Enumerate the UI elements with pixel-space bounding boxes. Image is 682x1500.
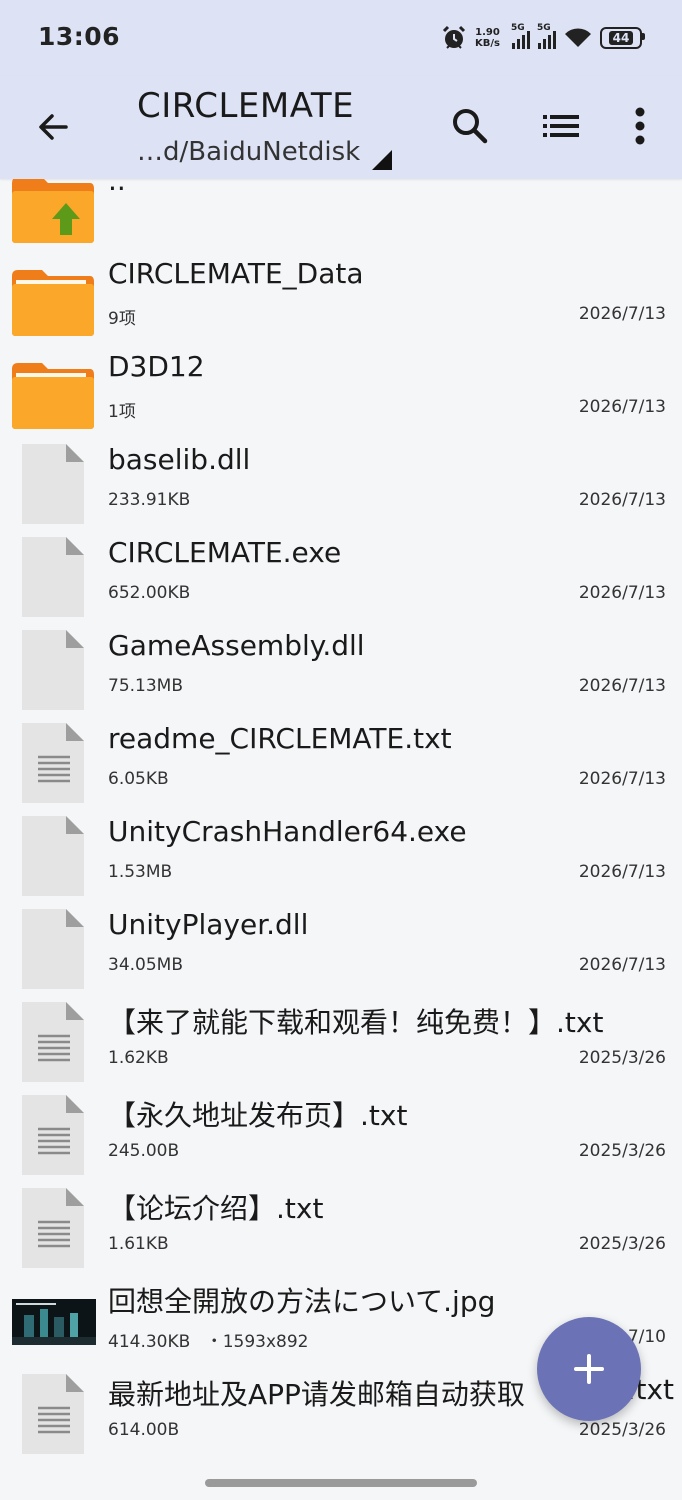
file-name: 回想全開放の方法について.jpg xyxy=(108,1285,496,1318)
folder-title: CIRCLEMATE xyxy=(137,86,355,126)
file-list: .. CIRCLEMATE_Data 9项 2026/7/13 D3D12 1项… xyxy=(0,179,682,1500)
file-date: 2026/7/13 xyxy=(578,769,666,789)
file-date: 2025/3/26 xyxy=(578,1234,666,1254)
status-time: 13:06 xyxy=(38,22,121,51)
file-size: 6.05KB xyxy=(108,769,169,789)
file-name: CIRCLEMATE_Data xyxy=(108,257,364,290)
file-meta: 414.30KB ・1593x892 xyxy=(108,1327,308,1352)
plus-icon xyxy=(574,1354,604,1384)
signal-2-icon: 5G xyxy=(537,23,556,49)
gesture-bar[interactable] xyxy=(205,1479,477,1487)
file-size: 245.00B xyxy=(108,1141,180,1161)
file-size: 414.30KB xyxy=(108,1332,191,1352)
battery-level: 44 xyxy=(608,31,634,45)
list-item-file[interactable]: UnityPlayer.dll 34.05MB 2026/7/13 xyxy=(0,901,682,994)
file-date: 2026/7/13 xyxy=(578,676,666,696)
generic-file-icon xyxy=(22,537,84,617)
parent-folder-icon xyxy=(12,179,94,243)
text-file-icon xyxy=(22,1374,84,1454)
net-speed-unit: KB/s xyxy=(475,38,500,49)
file-name: UnityPlayer.dll xyxy=(108,908,309,941)
signal-2-label: 5G xyxy=(537,23,551,33)
list-item-file[interactable]: UnityCrashHandler64.exe 1.53MB 2026/7/13 xyxy=(0,808,682,901)
alarm-icon xyxy=(442,25,466,49)
generic-file-icon xyxy=(22,816,84,896)
file-date: 2026/7/13 xyxy=(578,862,666,882)
dropdown-triangle-icon xyxy=(372,150,393,170)
file-date: 2025/3/26 xyxy=(578,1420,666,1440)
file-date: 2026/7/13 xyxy=(578,490,666,510)
file-name: .. xyxy=(108,179,126,197)
list-item-file[interactable]: readme_CIRCLEMATE.txt 6.05KB 2026/7/13 xyxy=(0,715,682,808)
signal-1-icon: 5G xyxy=(511,23,530,49)
file-date: 2026/7/13 xyxy=(578,583,666,603)
file-size: 652.00KB xyxy=(108,583,191,603)
list-item-folder[interactable]: D3D12 1项 2026/7/13 xyxy=(0,343,682,436)
file-date: 2026/7/13 xyxy=(578,955,666,975)
file-size: 614.00B xyxy=(108,1420,180,1440)
file-size: 34.05MB xyxy=(108,955,183,975)
generic-file-icon xyxy=(22,630,84,710)
image-dimensions: ・1593x892 xyxy=(205,1332,309,1352)
file-date: 2025/3/26 xyxy=(578,1141,666,1161)
file-name: GameAssembly.dll xyxy=(108,629,365,662)
file-name: 最新地址及APP请发邮箱自动获取 xyxy=(108,1378,525,1411)
file-date: 2025/3/26 xyxy=(578,1048,666,1068)
file-name: readme_CIRCLEMATE.txt xyxy=(108,722,452,755)
list-item-file[interactable]: 【永久地址发布页】.txt 245.00B 2025/3/26 xyxy=(0,1087,682,1180)
battery-icon: 44 xyxy=(600,27,645,49)
list-item-parent[interactable]: .. xyxy=(0,179,682,250)
file-date: 2026/7/13 xyxy=(578,397,666,417)
text-file-icon xyxy=(22,1188,84,1268)
back-arrow-icon[interactable] xyxy=(30,104,76,150)
generic-file-icon xyxy=(22,909,84,989)
file-date: 2026/7/13 xyxy=(578,304,666,324)
search-icon[interactable] xyxy=(446,102,494,150)
text-file-icon xyxy=(22,723,84,803)
file-name: CIRCLEMATE.exe xyxy=(108,536,342,569)
app-bar: CIRCLEMATE …d/BaiduNetdisk xyxy=(0,76,682,179)
net-speed: 1.90 KB/s xyxy=(475,27,500,49)
list-item-file[interactable]: GameAssembly.dll 75.13MB 2026/7/13 xyxy=(0,622,682,715)
list-item-folder[interactable]: CIRCLEMATE_Data 9项 2026/7/13 xyxy=(0,250,682,343)
image-thumbnail xyxy=(12,1299,96,1345)
net-speed-value: 1.90 xyxy=(475,27,500,38)
list-item-file[interactable]: 【来了就能下载和观看！纯免费！】.txt 1.62KB 2025/3/26 xyxy=(0,994,682,1087)
file-size: 1.53MB xyxy=(108,862,173,882)
file-name: 【来了就能下载和观看！纯免费！】.txt xyxy=(108,1006,604,1039)
more-vert-icon[interactable] xyxy=(616,102,664,150)
wifi-icon xyxy=(565,28,591,47)
text-file-icon xyxy=(22,1095,84,1175)
list-item-file[interactable]: baselib.dll 233.91KB 2026/7/13 xyxy=(0,436,682,529)
text-file-icon xyxy=(22,1002,84,1082)
status-bar: 13:06 1.90 KB/s 5G 5G 44 xyxy=(0,0,682,76)
generic-file-icon xyxy=(22,444,84,524)
signal-1-label: 5G xyxy=(511,23,525,33)
file-name: baselib.dll xyxy=(108,443,251,476)
file-size: 1.62KB xyxy=(108,1048,169,1068)
file-name: 【论坛介绍】.txt xyxy=(108,1192,324,1225)
file-size: 233.91KB xyxy=(108,490,191,510)
folder-icon xyxy=(12,363,94,429)
file-size: 75.13MB xyxy=(108,676,183,696)
file-size: 9项 xyxy=(108,309,136,329)
file-size: 1.61KB xyxy=(108,1234,169,1254)
current-path: …d/BaiduNetdisk xyxy=(137,137,361,167)
file-name: 【永久地址发布页】.txt xyxy=(108,1099,408,1132)
add-fab-button[interactable] xyxy=(537,1317,641,1421)
list-view-icon[interactable] xyxy=(537,102,585,150)
file-name: UnityCrashHandler64.exe xyxy=(108,815,467,848)
list-item-file[interactable]: CIRCLEMATE.exe 652.00KB 2026/7/13 xyxy=(0,529,682,622)
file-size: 1项 xyxy=(108,402,136,422)
status-icons: 1.90 KB/s 5G 5G 44 xyxy=(441,23,645,53)
file-name: D3D12 xyxy=(108,350,205,383)
folder-icon xyxy=(12,270,94,336)
list-item-file[interactable]: 【论坛介绍】.txt 1.61KB 2025/3/26 xyxy=(0,1180,682,1273)
path-dropdown[interactable]: …d/BaiduNetdisk xyxy=(137,134,393,170)
